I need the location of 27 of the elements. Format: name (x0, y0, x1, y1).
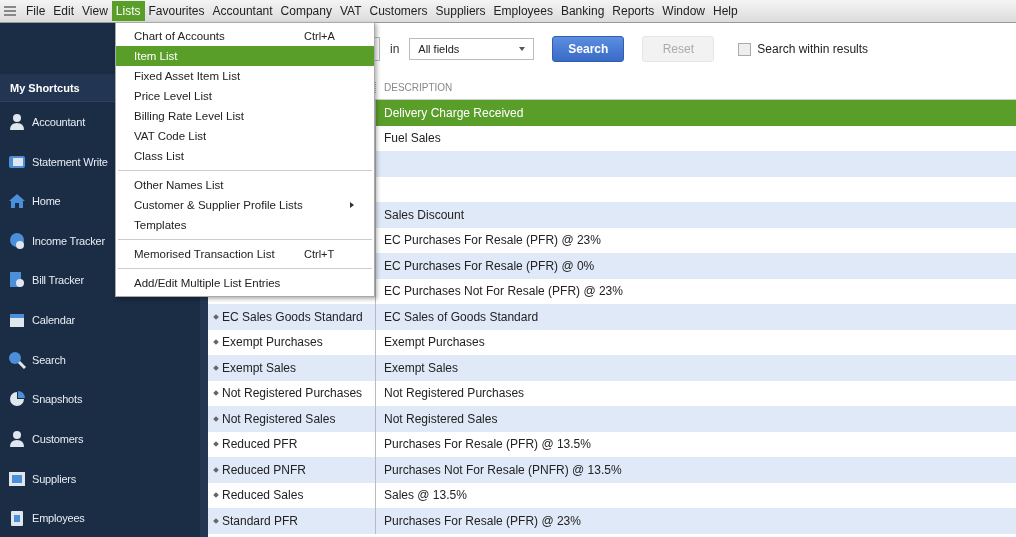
table-cell: Reduced PFR (222, 437, 298, 452)
table-cell: EC Sales of Goods Standard (384, 309, 539, 324)
table-cell: Sales @ 13.5% (384, 488, 467, 503)
table-cell: EC Purchases For Resale (PFR) @ 23% (384, 233, 601, 248)
table-cell: Not Registered Sales (384, 411, 498, 426)
checkbox-label: Search within results (757, 42, 869, 56)
table-cell: Reduced Sales (222, 488, 304, 503)
table-cell: EC Purchases Not For Resale (PFR) @ 23% (384, 284, 623, 299)
table-cell: Standard PFR (222, 513, 299, 528)
table-cell: Not Registered Purchases (222, 386, 363, 401)
table-cell: Reduced PNFR (222, 462, 307, 477)
table-cell: Exempt Sales (384, 360, 459, 375)
table-cell: Exempt Purchases (384, 335, 485, 350)
table-cell: Purchases For Resale (PFR) @ 23% (384, 513, 581, 528)
table-cell: Sales Discount (384, 207, 465, 222)
table-cell: EC Sales Goods Standard (222, 309, 363, 324)
table-cell: Not Registered Purchases (384, 386, 525, 401)
in-label: in (390, 42, 400, 56)
table-cell: Exempt Purchases (222, 335, 323, 350)
table-cell: Purchases Not For Resale (PNFR) @ 13.5% (384, 462, 622, 477)
table-cell: Fuel Sales (384, 131, 441, 146)
table-cell: Delivery Charge Received (384, 105, 524, 120)
table-cell: EC Purchases For Resale (PFR) @ 0% (384, 258, 595, 273)
shortcut-label: Ctrl+A (304, 30, 336, 42)
table-cell: Exempt Sales (222, 360, 297, 375)
table-cell: Purchases For Resale (PFR) @ 13.5% (384, 437, 591, 452)
table-cell: Not Registered Sales (222, 411, 336, 426)
